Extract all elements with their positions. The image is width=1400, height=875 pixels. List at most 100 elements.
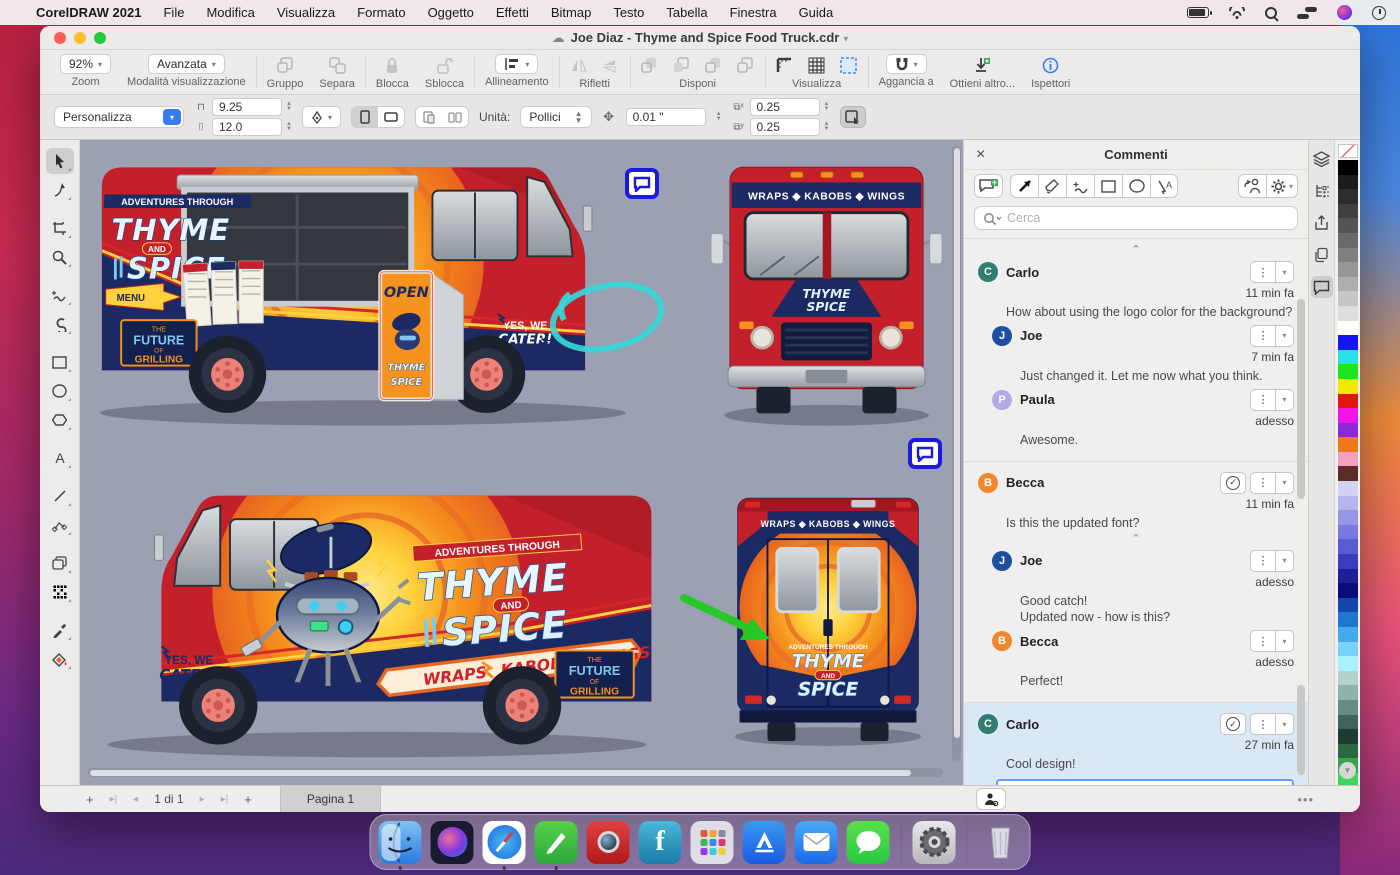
dock-app-store-icon[interactable] [743,821,786,864]
menu-oggetto[interactable]: Oggetto [428,5,474,20]
palette-swatch[interactable] [1338,481,1358,496]
palette-swatch[interactable] [1338,218,1358,233]
alignment-dropdown[interactable]: ▾ [495,54,538,74]
contour-tool[interactable] [46,550,74,576]
portrait-orientation-button[interactable] [352,107,378,127]
duplicate-y-field[interactable]: 0.25 [750,118,820,136]
duplicate-x-stepper[interactable]: ▲▼ [824,102,830,112]
eyedropper-tool[interactable] [46,617,74,643]
palette-swatch[interactable] [1338,379,1358,394]
group-icon[interactable] [276,56,294,74]
wifi-icon[interactable] [1229,7,1245,19]
units-select[interactable]: Pollici▲▼ [520,106,591,128]
lock-icon[interactable] [383,56,401,74]
nib-settings-dropdown[interactable]: ▾ [302,106,341,128]
crop-tool[interactable] [46,215,74,241]
palette-swatch[interactable] [1338,715,1358,730]
comment-menu-button[interactable]: ⋮ [1250,713,1276,735]
treat-as-filled-toggle[interactable] [840,106,866,128]
add-page-button-left[interactable]: + [86,792,94,807]
collapse-thread-icon[interactable]: ⌃ [978,534,1294,546]
comment-menu-chevron[interactable]: ▾ [1276,472,1294,494]
palette-swatch[interactable] [1338,335,1358,350]
palette-swatch[interactable] [1338,671,1358,686]
menu-testo[interactable]: Testo [613,5,644,20]
ellipse-tool[interactable] [46,378,74,404]
palette-swatch[interactable] [1338,510,1358,525]
palette-swatch[interactable] [1338,598,1358,613]
truck-front-view[interactable]: WRAPS ◆ KABOBS ◆ WINGS THYME SPICE [703,154,950,438]
forward-one-icon[interactable] [673,56,691,74]
resolve-comment-button[interactable]: ✓ [1220,713,1246,735]
page-width-stepper[interactable]: ▲▼ [286,102,292,112]
dock-trash-icon[interactable] [979,821,1022,864]
green-arrow-annotation[interactable] [678,590,788,660]
canvas-horizontal-scrollbar[interactable] [88,768,943,777]
battery-icon[interactable] [1187,7,1209,18]
palette-swatch[interactable] [1338,423,1358,438]
dock-launchpad-icon[interactable] [691,821,734,864]
smart-fill-tool[interactable] [46,646,74,672]
reply-menu-button[interactable]: ⋮ [1250,389,1276,411]
page-border-icon[interactable] [840,56,858,74]
rectangle-tool[interactable] [46,349,74,375]
first-page-button[interactable]: ▸| [110,794,118,805]
next-page-button[interactable]: ▸ [200,794,205,805]
palette-swatch[interactable] [1338,554,1358,569]
dock-safari-icon[interactable] [483,821,526,864]
menu-effetti[interactable]: Effetti [496,5,529,20]
more-options-icon[interactable]: ••• [1297,792,1314,807]
control-center-icon[interactable] [1297,7,1317,19]
comments-settings-dropdown[interactable]: ▾ [1266,174,1298,198]
all-pages-size-button[interactable] [442,107,468,127]
palette-swatch[interactable] [1338,291,1358,306]
palette-swatch[interactable] [1338,642,1358,657]
siri-icon[interactable] [1337,5,1352,20]
page-tab[interactable]: Pagina 1 [280,786,381,812]
menu-modifica[interactable]: Modifica [206,5,254,20]
palette-swatch[interactable] [1338,175,1358,190]
dock-finder-icon[interactable] [379,821,422,864]
add-comment-button[interactable] [974,174,1003,198]
freehand-annotation-tool[interactable] [1066,174,1094,198]
arrow-annotation-tool[interactable] [1010,174,1038,198]
reply-menu-chevron[interactable]: ▾ [1276,550,1294,572]
palette-scroll-down-icon[interactable]: ▼ [1339,762,1356,779]
canvas-vertical-scrollbar[interactable] [952,146,961,761]
connector-tool[interactable] [46,512,74,538]
palette-swatch[interactable] [1338,612,1358,627]
duplicate-x-field[interactable]: 0.25 [750,98,820,116]
title-chevron-icon[interactable]: ▾ [843,34,848,45]
rulers-icon[interactable] [776,56,794,74]
clock-icon[interactable] [1372,6,1386,20]
collapse-thread-icon[interactable]: ⌃ [978,245,1294,257]
palette-swatch[interactable] [1338,466,1358,481]
collaboration-button[interactable] [1238,174,1266,198]
drawing-canvas[interactable]: ADVENTURES THROUGH THYME AND SPICE MENU [80,140,963,785]
menu-formato[interactable]: Formato [357,5,405,20]
back-one-icon[interactable] [705,56,723,74]
palette-swatch[interactable] [1338,744,1358,759]
to-back-icon[interactable] [737,56,755,74]
comments-scrollbar-thumb-2[interactable] [1297,685,1305,775]
close-panel-icon[interactable]: × [976,146,985,164]
zoom-level-dropdown[interactable]: 92%▾ [60,54,111,74]
text-annotation-tool[interactable]: A [1150,174,1178,198]
add-page-button-right[interactable]: + [244,792,252,807]
comment-menu-chevron[interactable]: ▾ [1276,713,1294,735]
reply-menu-button[interactable]: ⋮ [1250,325,1276,347]
dock-messages-icon[interactable] [847,821,890,864]
palette-swatch[interactable] [1338,248,1358,263]
comment-marker-2[interactable] [908,438,942,469]
palette-swatch[interactable] [1338,262,1358,277]
zoom-tool[interactable] [46,244,74,270]
comments-scrollbar-thumb[interactable] [1297,299,1305,499]
dock-coreldraw-icon[interactable] [535,821,578,864]
no-color-swatch[interactable] [1338,144,1358,158]
to-front-icon[interactable] [641,56,659,74]
palette-swatch[interactable] [1338,408,1358,423]
ellipse-annotation-tool[interactable] [1122,174,1150,198]
app-menu[interactable]: CorelDRAW 2021 [36,5,141,20]
page-preset-select[interactable]: Personalizza▾ [54,106,184,128]
mirror-horizontal-icon[interactable] [570,56,588,74]
